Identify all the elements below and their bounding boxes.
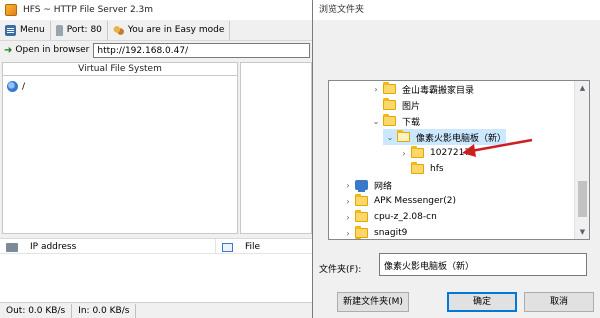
status-in-speed: In: 0.0 KB/s: [72, 303, 137, 318]
tree-item-label: cpu-z_2.08-cn: [374, 212, 437, 222]
folder-icon: [383, 98, 396, 110]
scroll-up-icon[interactable]: ▲: [575, 81, 589, 95]
menu-icon: [5, 24, 16, 36]
folder-icon: [411, 146, 424, 158]
status-bar: Out: 0.0 KB/s In: 0.0 KB/s: [0, 302, 312, 318]
tree-item-label: 网络: [374, 181, 393, 192]
tree-scrollbar[interactable]: ▲ ▼: [574, 81, 589, 239]
address-bar: ➜ Open in browser http://192.168.0.47/: [0, 41, 312, 59]
scroll-down-icon[interactable]: ▼: [575, 225, 589, 239]
hfs-window-title: HFS ~ HTTP File Server 2.3m: [23, 5, 154, 15]
tree-item[interactable]: › cpu-z_2.08-cn: [343, 209, 437, 225]
chevron-right-icon[interactable]: ›: [343, 181, 353, 190]
open-arrow-icon: ➜: [4, 44, 13, 56]
dialog-title: 浏览文件夹: [313, 0, 600, 20]
cancel-button[interactable]: 取消: [524, 292, 594, 312]
folder-icon: [355, 194, 368, 206]
scroll-thumb[interactable]: [578, 181, 587, 217]
chevron-right-icon[interactable]: ›: [343, 197, 353, 206]
vfs-root-label: /: [22, 81, 26, 92]
hfs-toolbar: Menu Port: 80 You are in Easy mode: [0, 20, 312, 41]
vfs-root-item[interactable]: /: [7, 81, 25, 92]
file-icon: [222, 242, 233, 252]
tree-item[interactable]: 图片: [371, 97, 420, 113]
tree-item[interactable]: › 网络: [343, 177, 392, 193]
open-in-browser-label: Open in browser: [15, 45, 90, 55]
vfs-tree[interactable]: /: [2, 76, 238, 234]
folder-icon: [355, 210, 368, 222]
tree-item[interactable]: › APK Messenger(2): [343, 193, 456, 209]
port-button-label: Port: 80: [66, 25, 102, 35]
mode-button-label: You are in Easy mode: [127, 25, 225, 35]
tree-item[interactable]: ⌄ 下载: [371, 113, 420, 129]
chevron-right-icon[interactable]: ›: [343, 213, 353, 222]
tree-item[interactable]: › 金山毒霸搬家目录: [371, 81, 474, 97]
column-file[interactable]: File: [218, 239, 260, 255]
tree-item-label: 图片: [402, 101, 421, 112]
folder-field[interactable]: 像素火影电脑板（新）: [379, 253, 587, 276]
tree-item-label: 像素火影电脑板（新）: [416, 133, 507, 144]
tree-item[interactable]: ⌄ 像素火影电脑板（新）: [383, 129, 507, 145]
hfs-app-icon: [5, 4, 17, 16]
column-ip-address[interactable]: IP address: [0, 239, 216, 255]
tree-item-label: hfs: [430, 164, 444, 174]
connections-header: IP address File: [0, 238, 312, 255]
new-folder-button[interactable]: 新建文件夹(M): [337, 292, 409, 312]
folder-icon: [383, 114, 396, 126]
folder-icon: [383, 82, 396, 94]
column-ip-label: IP address: [30, 242, 77, 252]
status-out-speed: Out: 0.0 KB/s: [0, 303, 73, 318]
folder-tree[interactable]: › 金山毒霸搬家目录 图片 ⌄ 下载 ⌄ 像素火影电脑板（新） › 1027217 hfs › 网络 ›…: [328, 80, 590, 240]
port-button[interactable]: Port: 80: [51, 20, 108, 40]
column-file-label: File: [245, 242, 261, 252]
users-icon: [112, 24, 124, 36]
tree-item-label: 1027217: [430, 148, 471, 158]
menu-button[interactable]: Menu: [0, 20, 51, 40]
chevron-right-icon[interactable]: ›: [371, 85, 381, 94]
tree-item[interactable]: ›HoĩOCR Builder 2.1.2: [343, 237, 469, 239]
network-icon: [6, 242, 18, 252]
root-folder-icon: [7, 81, 18, 92]
menu-button-label: Menu: [20, 25, 45, 35]
folder-icon: [397, 130, 410, 142]
hfs-window: HFS ~ HTTP File Server 2.3m Menu Port: 8…: [0, 0, 312, 318]
open-in-browser-button[interactable]: ➜ Open in browser: [0, 42, 93, 58]
plug-icon: [55, 24, 63, 36]
url-field[interactable]: http://192.168.0.47/: [93, 42, 310, 58]
chevron-right-icon[interactable]: ›: [399, 149, 409, 158]
log-pane[interactable]: [240, 62, 312, 234]
browse-folder-dialog: 浏览文件夹 › 金山毒霸搬家目录 图片 ⌄ 下载 ⌄ 像素火影电脑板（新） › 1027217 h…: [312, 0, 600, 318]
tree-item[interactable]: › 1027217: [399, 145, 470, 161]
tree-item-label: 金山毒霸搬家目录: [402, 85, 475, 96]
chevron-down-icon[interactable]: ⌄: [371, 117, 381, 126]
network-icon: [355, 180, 368, 192]
ok-button[interactable]: 确定: [447, 292, 517, 312]
chevron-down-icon[interactable]: ⌄: [385, 133, 395, 142]
tree-item[interactable]: hfs: [399, 161, 444, 177]
folder-field-label: 文件夹(F):: [319, 265, 362, 275]
connections-list[interactable]: [0, 254, 312, 302]
hfs-title-bar: HFS ~ HTTP File Server 2.3m: [0, 0, 312, 20]
tree-item-label: 下载: [402, 117, 421, 128]
folder-icon: [411, 162, 424, 174]
tree-item-label: APK Messenger(2): [374, 196, 456, 206]
mode-button[interactable]: You are in Easy mode: [108, 20, 231, 40]
vfs-header: Virtual File System: [2, 62, 238, 76]
